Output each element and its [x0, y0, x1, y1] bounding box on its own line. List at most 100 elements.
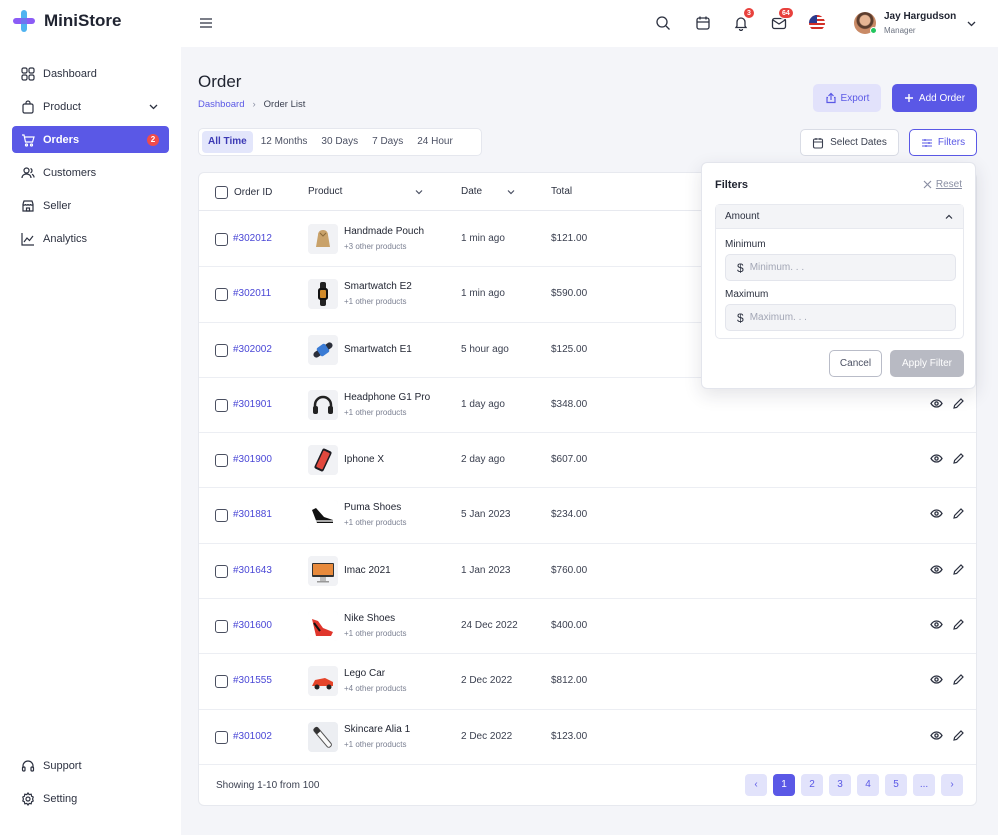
- sidebar-item-seller[interactable]: Seller: [12, 192, 169, 219]
- order-date: 24 Dec 2022: [461, 620, 518, 632]
- skincare-product-image: [308, 721, 338, 752]
- column-date[interactable]: Date: [461, 186, 516, 197]
- tab-12-months[interactable]: 12 Months: [255, 131, 314, 153]
- menu-icon[interactable]: [199, 16, 213, 30]
- edit-pencil-icon[interactable]: [952, 618, 965, 631]
- calendar-icon[interactable]: [695, 15, 711, 31]
- cancel-button[interactable]: Cancel: [829, 350, 882, 377]
- eye-icon[interactable]: [930, 563, 943, 576]
- row-checkbox[interactable]: [215, 288, 228, 302]
- order-id-link[interactable]: #302012: [233, 233, 272, 244]
- table-row[interactable]: #301600 Nike Shoes +1 other products 24 …: [199, 599, 976, 655]
- edit-pencil-icon[interactable]: [952, 563, 965, 576]
- sidebar-item-dashboard[interactable]: Dashboard: [12, 60, 169, 87]
- order-id-link[interactable]: #301002: [233, 731, 272, 742]
- table-row[interactable]: #301555 Lego Car +4 other products 2 Dec…: [199, 654, 976, 710]
- edit-pencil-icon[interactable]: [952, 507, 965, 520]
- row-checkbox[interactable]: [215, 343, 228, 357]
- dollar-icon: $: [737, 310, 744, 325]
- table-row[interactable]: #301002 Skincare Alia 1 +1 other product…: [199, 710, 976, 765]
- row-checkbox[interactable]: [215, 454, 228, 468]
- chevron-down-icon[interactable]: [966, 18, 977, 29]
- table-row[interactable]: #301900 Iphone X 2 day ago $607.00: [199, 433, 976, 489]
- reset-filters-button[interactable]: Reset: [923, 179, 962, 190]
- order-id-link[interactable]: #302002: [233, 344, 272, 355]
- table-row[interactable]: #301643 Imac 2021 1 Jan 2023 $760.00: [199, 544, 976, 600]
- apply-filter-button[interactable]: Apply Filter: [890, 350, 964, 377]
- minimum-input[interactable]: [749, 262, 930, 273]
- table-row[interactable]: #301881 Puma Shoes +1 other products 5 J…: [199, 488, 976, 544]
- column-order-id[interactable]: Order ID: [215, 186, 272, 199]
- row-checkbox[interactable]: [215, 730, 228, 744]
- breadcrumb-link-dashboard[interactable]: Dashboard: [198, 99, 244, 110]
- edit-pencil-icon[interactable]: [952, 452, 965, 465]
- filters-button[interactable]: Filters: [909, 129, 977, 156]
- amount-group-header[interactable]: Amount: [716, 205, 963, 229]
- maximum-field[interactable]: $: [725, 304, 956, 331]
- eye-icon[interactable]: [930, 397, 943, 410]
- eye-icon[interactable]: [930, 729, 943, 742]
- product-extra: +1 other products: [344, 297, 407, 307]
- minimum-field[interactable]: $: [725, 254, 956, 281]
- select-dates-button[interactable]: Select Dates: [800, 129, 899, 156]
- edit-pencil-icon[interactable]: [952, 673, 965, 686]
- next-page-button[interactable]: ›: [941, 774, 963, 796]
- select-all-checkbox[interactable]: [215, 186, 228, 199]
- page-ellipsis-button[interactable]: ...: [913, 774, 935, 796]
- prev-page-button[interactable]: ‹: [745, 774, 767, 796]
- order-id-link[interactable]: #301643: [233, 565, 272, 576]
- order-id-link[interactable]: #302011: [233, 288, 271, 299]
- order-id-link[interactable]: #301600: [233, 620, 272, 631]
- order-id-link[interactable]: #301555: [233, 675, 272, 686]
- row-checkbox[interactable]: [215, 233, 228, 246]
- row-checkbox[interactable]: [215, 564, 228, 578]
- chevron-down-icon[interactable]: [414, 187, 424, 197]
- edit-pencil-icon[interactable]: [952, 397, 965, 410]
- tab-all-time[interactable]: All Time: [202, 131, 253, 153]
- tab-30-days[interactable]: 30 Days: [315, 131, 364, 153]
- page-button-3[interactable]: 3: [829, 774, 851, 796]
- row-actions: [930, 729, 965, 742]
- order-id-link[interactable]: #301900: [233, 454, 272, 465]
- row-checkbox[interactable]: [215, 620, 228, 634]
- row-checkbox[interactable]: [215, 675, 228, 689]
- maximum-label: Maximum: [725, 289, 769, 300]
- add-order-button[interactable]: Add Order: [892, 84, 977, 112]
- page-button-5[interactable]: 5: [885, 774, 907, 796]
- chevron-down-icon[interactable]: [506, 187, 516, 197]
- us-flag-icon[interactable]: [809, 15, 825, 31]
- eye-icon[interactable]: [930, 452, 943, 465]
- sidebar-item-support[interactable]: Support: [12, 752, 169, 779]
- sidebar-item-setting[interactable]: Setting: [12, 785, 169, 812]
- column-total[interactable]: Total: [551, 186, 572, 197]
- order-id-link[interactable]: #301881: [233, 509, 272, 520]
- plus-logo-icon: [13, 10, 35, 32]
- tab-7-days[interactable]: 7 Days: [366, 131, 409, 153]
- order-id-link[interactable]: #301901: [233, 399, 272, 410]
- export-button[interactable]: Export: [813, 84, 881, 112]
- row-actions: [930, 397, 965, 410]
- sidebar-item-customers[interactable]: Customers: [12, 159, 169, 186]
- sidebar-item-product[interactable]: Product: [12, 93, 169, 120]
- chevron-down-icon[interactable]: [148, 101, 159, 112]
- sidebar-item-analytics[interactable]: Analytics: [12, 225, 169, 252]
- search-icon[interactable]: [655, 15, 671, 31]
- edit-pencil-icon[interactable]: [952, 729, 965, 742]
- page-button-2[interactable]: 2: [801, 774, 823, 796]
- tab-24-hour[interactable]: 24 Hour: [411, 131, 459, 153]
- page-button-1[interactable]: 1: [773, 774, 795, 796]
- eye-icon[interactable]: [930, 507, 943, 520]
- maximum-input[interactable]: [749, 312, 930, 323]
- row-actions: [930, 452, 965, 465]
- column-product[interactable]: Product: [308, 186, 424, 197]
- chevron-up-icon[interactable]: [944, 212, 954, 222]
- order-date: 5 hour ago: [461, 343, 509, 355]
- brand-logo[interactable]: MiniStore: [12, 9, 121, 33]
- eye-icon[interactable]: [930, 673, 943, 686]
- page-button-4[interactable]: 4: [857, 774, 879, 796]
- eye-icon[interactable]: [930, 618, 943, 631]
- user-name[interactable]: Jay Hargudson: [884, 11, 956, 22]
- row-checkbox[interactable]: [215, 509, 228, 523]
- sidebar-item-orders[interactable]: Orders 2: [12, 126, 169, 153]
- row-checkbox[interactable]: [215, 398, 228, 412]
